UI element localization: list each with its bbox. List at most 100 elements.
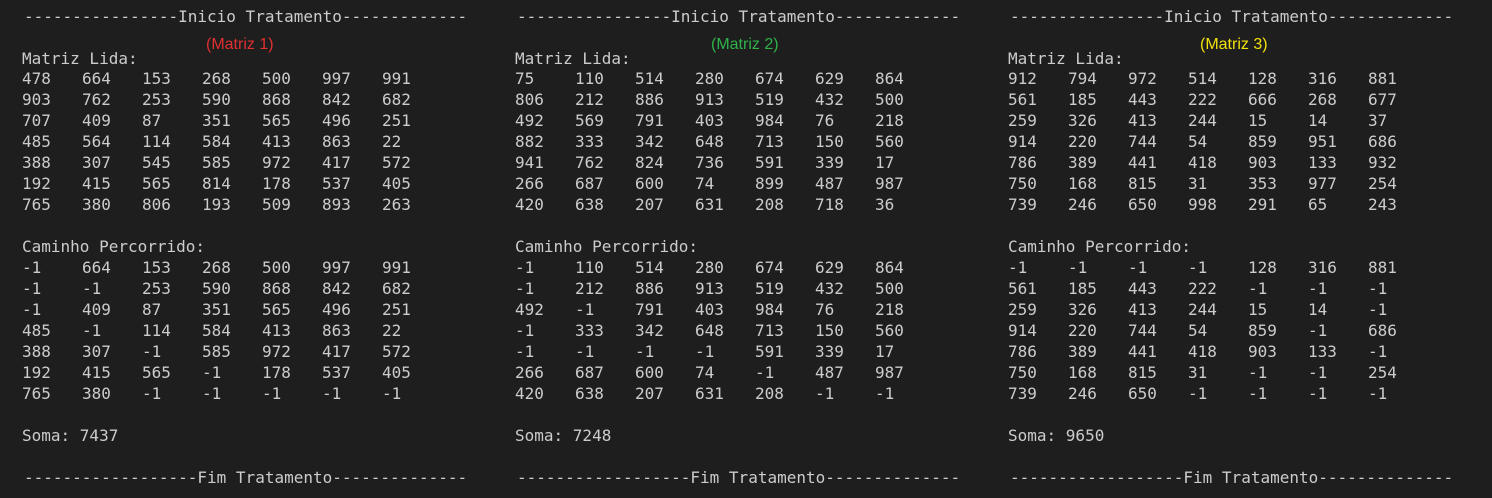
matrix-cell: -1 <box>1368 300 1388 319</box>
matrix-cell: 991 <box>382 258 411 277</box>
matrix-cell: 736 <box>695 153 724 172</box>
matrix-cell: 987 <box>875 174 904 193</box>
matrix-cell: 22 <box>382 132 402 151</box>
matrix-cell: 339 <box>815 342 844 361</box>
matrix-cell: -1 <box>1068 258 1088 277</box>
matrix-cell: 22 <box>382 321 402 340</box>
matrix-cell: 500 <box>875 90 904 109</box>
matrix-cell: 687 <box>575 363 604 382</box>
matrix-cell: 886 <box>635 90 664 109</box>
matrix-cell: 762 <box>575 153 604 172</box>
matrix-cell: 14 <box>1308 111 1328 130</box>
matrix-cell: -1 <box>82 321 102 340</box>
matrix-cell: 648 <box>695 321 724 340</box>
matrix-cell: 207 <box>635 384 664 403</box>
matrix-cell: 868 <box>262 90 291 109</box>
matrix-row: -1 -1 -1 -1 591 339 17 <box>515 341 955 362</box>
matrix-cell: 192 <box>22 174 51 193</box>
matrix-cell: 220 <box>1068 321 1097 340</box>
matrix-cell: 37 <box>1368 111 1388 130</box>
matrix-cell: 564 <box>82 132 111 151</box>
matrix-row: 266 687 600 74 899 487 987 <box>515 173 955 194</box>
matrix-cell: 739 <box>1008 384 1037 403</box>
matrix-cell: -1 <box>1368 342 1388 361</box>
matrix-cell: -1 <box>22 258 42 277</box>
matrix-row: -1 110 514 280 674 629 864 <box>515 257 955 278</box>
matrix-cell: 192 <box>22 363 51 382</box>
matrix-cell: 859 <box>1248 132 1277 151</box>
matrix-cell: -1 <box>22 300 42 319</box>
matrix-cell: 713 <box>755 132 784 151</box>
matrix-cell: 246 <box>1068 384 1097 403</box>
matrix-row: 707 409 87 351 565 496 251 <box>22 110 462 131</box>
matrix-cell: 718 <box>815 195 844 214</box>
matrix-row: 388 307 -1 585 972 417 572 <box>22 341 462 362</box>
matrix-row: 765 380 -1 -1 -1 -1 -1 <box>22 383 462 404</box>
matrix-cell: 178 <box>262 363 291 382</box>
matrix-cell: 560 <box>875 132 904 151</box>
matrix-cell: 591 <box>755 342 784 361</box>
matrix-row: 192 415 565 814 178 537 405 <box>22 173 462 194</box>
matrix-cell: 76 <box>815 300 835 319</box>
matrix-cell: 864 <box>875 258 904 277</box>
matrix-cell: 500 <box>875 279 904 298</box>
matrix-cell: -1 <box>202 363 222 382</box>
matrix-cell: 750 <box>1008 174 1037 193</box>
matrix-cell: 903 <box>1248 342 1277 361</box>
matrix-cell: 254 <box>1368 363 1397 382</box>
matrix-cell: 514 <box>1188 69 1217 88</box>
matrix-cell: 560 <box>875 321 904 340</box>
matrix-cell: 977 <box>1308 174 1337 193</box>
matrix-cell: -1 <box>202 384 222 403</box>
matrix-cell: 972 <box>262 153 291 172</box>
matrix-cell: 153 <box>142 69 171 88</box>
panel-matrix-1: ----------------Inicio Tratamento-------… <box>22 0 514 498</box>
matrix-cell: 413 <box>1128 111 1157 130</box>
matrix-cell: -1 <box>755 363 775 382</box>
matrix-cell: 806 <box>515 90 544 109</box>
matrix-cell: -1 <box>1248 279 1268 298</box>
matrix-row: 478 664 153 268 500 997 991 <box>22 68 462 89</box>
matrix-cell: 266 <box>515 174 544 193</box>
matrix-cell: 686 <box>1368 321 1397 340</box>
matrix-row: 739 246 650 -1 -1 -1 -1 <box>1008 383 1448 404</box>
matrix-cell: 207 <box>635 195 664 214</box>
header-separator: ----------------Inicio Tratamento-------… <box>24 7 468 26</box>
matrix-cell: -1 <box>515 321 535 340</box>
matrix-cell: 389 <box>1068 153 1097 172</box>
matrix-cell: 561 <box>1008 279 1037 298</box>
matrix-cell: 153 <box>142 258 171 277</box>
matrix-cell: -1 <box>515 279 535 298</box>
matrix-cell: 492 <box>515 300 544 319</box>
matrix-cell: 500 <box>262 69 291 88</box>
matrix-cell: 485 <box>22 132 51 151</box>
matrix-cell: 405 <box>382 363 411 382</box>
matrix-cell: 914 <box>1008 321 1037 340</box>
matrix-row: 485 564 114 584 413 863 22 <box>22 131 462 152</box>
matrix-cell: 509 <box>262 195 291 214</box>
matrix-cell: 251 <box>382 300 411 319</box>
matrix-cell: 537 <box>322 363 351 382</box>
matrix-cell: 707 <box>22 111 51 130</box>
matrix-row: 912 794 972 514 128 316 881 <box>1008 68 1448 89</box>
matrix-cell: 572 <box>382 153 411 172</box>
matrix-cell: 765 <box>22 384 51 403</box>
matrix-cell: 222 <box>1188 279 1217 298</box>
matrix-cell: -1 <box>1308 384 1328 403</box>
matrix-cell: -1 <box>1368 384 1388 403</box>
matrix-cell: 664 <box>82 69 111 88</box>
matrix-cell: -1 <box>695 342 715 361</box>
matrix-cell: 128 <box>1248 258 1277 277</box>
matrix-cell: -1 <box>22 279 42 298</box>
matrix-cell: 682 <box>382 90 411 109</box>
matrix-cell: 997 <box>322 258 351 277</box>
panel-matrix-3: ----------------Inicio Tratamento-------… <box>1008 0 1492 498</box>
matrix-cell: 15 <box>1248 111 1268 130</box>
matrix-row: 266 687 600 74 -1 487 987 <box>515 362 955 383</box>
matrix-cell: 984 <box>755 300 784 319</box>
matrix-cell: 519 <box>755 279 784 298</box>
matrix-cell: -1 <box>815 384 835 403</box>
matrix-cell: 744 <box>1128 132 1157 151</box>
matrix-cell: 263 <box>382 195 411 214</box>
sum-value: Soma: 7248 <box>515 426 612 445</box>
